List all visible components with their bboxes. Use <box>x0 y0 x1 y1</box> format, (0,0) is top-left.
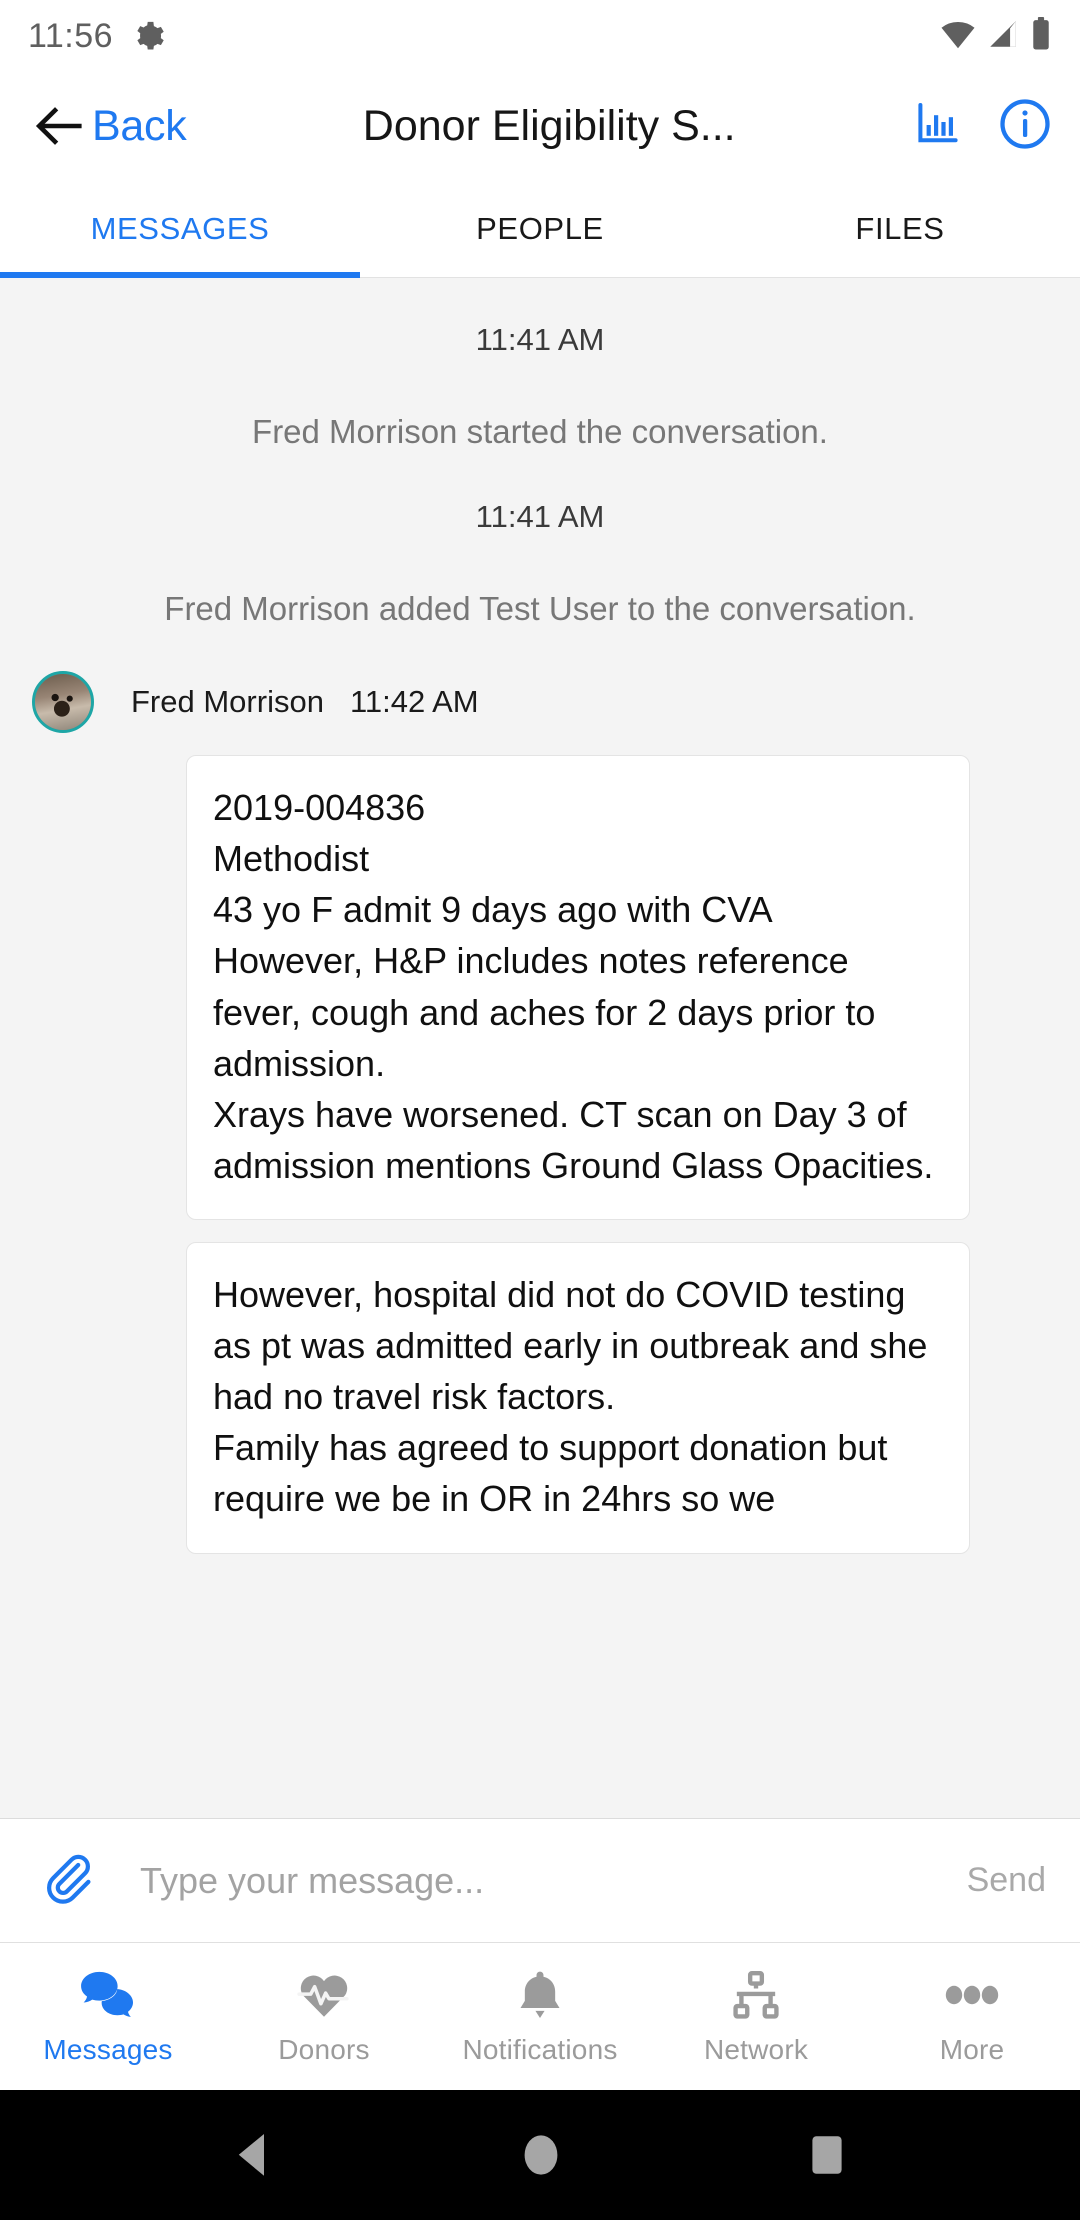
nav-label-more: More <box>939 2033 1005 2065</box>
nav-label-notifications: Notifications <box>462 2033 618 2065</box>
message-bubble[interactable]: However, hospital did not do COVID testi… <box>186 1241 970 1554</box>
phone-screen: 11:56 Back Donor Eligibility S... MESSAG… <box>0 0 1080 2220</box>
system-event-text: Fred Morrison started the conversation. <box>252 413 828 450</box>
nav-item-messages[interactable]: Messages <box>0 1943 216 2090</box>
wifi-icon <box>940 19 976 54</box>
avatar-photo <box>35 674 91 731</box>
page-title: Donor Eligibility S... <box>362 101 736 150</box>
tab-files[interactable]: FILES <box>720 180 1080 277</box>
battery-icon <box>1030 16 1052 56</box>
home-circle-icon[interactable] <box>520 2129 562 2181</box>
heart-pulse-icon <box>297 1968 351 2022</box>
message-timestamp: 11:42 AM <box>349 684 479 720</box>
send-button[interactable]: Send <box>943 1861 1046 1900</box>
bar-chart-icon[interactable] <box>914 100 962 153</box>
cellular-signal-icon <box>986 19 1020 54</box>
back-triangle-icon[interactable] <box>232 2131 276 2179</box>
nav-label-messages: Messages <box>43 2033 173 2065</box>
tab-messages[interactable]: MESSAGES <box>0 180 360 278</box>
status-bar: 11:56 <box>0 0 1080 72</box>
app-header-actions <box>892 97 1052 156</box>
chat-bubbles-icon <box>79 1968 137 2022</box>
message-header: Fred Morrison 11:42 AM <box>0 671 1080 734</box>
message-composer: Send <box>0 1818 1080 1942</box>
arrow-left-icon <box>34 104 86 148</box>
status-bar-clock: 11:56 <box>28 16 114 55</box>
gear-icon <box>131 19 165 53</box>
ellipsis-icon <box>944 1968 1000 2022</box>
message-sender-name: Fred Morrison <box>131 684 324 720</box>
system-event-time: 11:41 AM <box>475 322 605 357</box>
message-list[interactable]: 11:41 AM Fred Morrison started the conve… <box>0 278 1080 1818</box>
status-bar-indicators <box>940 16 1052 56</box>
avatar[interactable] <box>32 671 94 734</box>
message-input[interactable] <box>98 1859 943 1902</box>
nav-item-notifications[interactable]: Notifications <box>432 1943 648 2090</box>
info-circle-icon[interactable] <box>998 97 1052 156</box>
paperclip-icon[interactable] <box>42 1853 98 1909</box>
recents-square-icon[interactable] <box>806 2131 848 2179</box>
android-system-nav <box>0 2090 1080 2220</box>
system-event-text: Fred Morrison added Test User to the con… <box>164 589 916 627</box>
message-bubble[interactable]: 2019-004836 Methodist 43 yo F admit 9 da… <box>186 755 970 1220</box>
tab-bar: MESSAGES PEOPLE FILES <box>0 180 1080 278</box>
back-button[interactable]: Back <box>34 101 187 151</box>
org-chart-icon <box>730 1968 782 2022</box>
bell-icon <box>516 1968 564 2022</box>
nav-item-network[interactable]: Network <box>648 1943 864 2090</box>
bottom-navigation: Messages Donors Notifications Network Mo… <box>0 1942 1080 2090</box>
message-group: Fred Morrison 11:42 AM 2019-004836 Metho… <box>0 631 1080 1554</box>
system-event-time: 11:41 AM <box>475 498 605 534</box>
nav-item-donors[interactable]: Donors <box>216 1943 432 2090</box>
nav-label-network: Network <box>703 2033 809 2065</box>
nav-label-donors: Donors <box>278 2033 370 2065</box>
back-label: Back <box>92 101 187 150</box>
nav-item-more[interactable]: More <box>864 1943 1080 2090</box>
app-header: Back Donor Eligibility S... <box>0 72 1080 180</box>
tab-people[interactable]: PEOPLE <box>360 180 720 277</box>
